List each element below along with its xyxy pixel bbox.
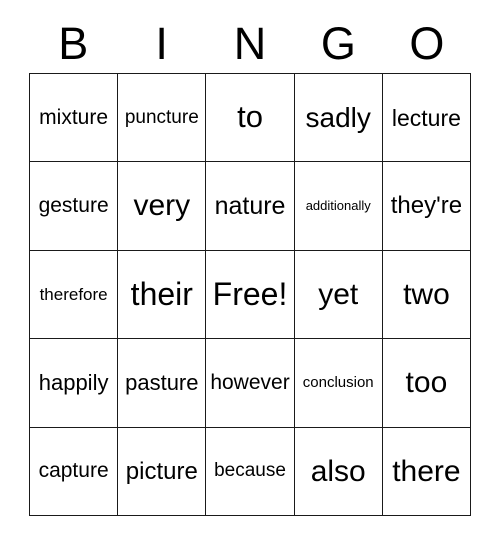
bingo-cell[interactable]: conclusion [294,339,383,428]
bingo-cell-label: sadly [305,102,371,133]
bingo-cell-label: lecture [391,104,461,131]
bingo-free-cell[interactable]: Free! [206,250,295,340]
bingo-cell-label: additionally [305,198,371,214]
bingo-cell[interactable]: yet [294,250,383,340]
bingo-cell[interactable]: puncture [118,74,207,163]
bingo-header-letter-o: O [409,18,445,69]
bingo-cell-label: to [237,99,263,135]
bingo-cell[interactable]: gesture [30,162,119,251]
bingo-cell-label: picture [125,457,198,485]
bingo-cell-label: yet [318,277,359,311]
bingo-header-letter-g: G [320,18,356,69]
bingo-cell[interactable]: they're [382,162,472,251]
bingo-row: capture picture because also there [30,427,472,516]
bingo-cell[interactable]: therefore [30,250,119,340]
bingo-cell[interactable]: sadly [294,74,383,163]
bingo-cell[interactable]: to [206,74,295,163]
bingo-cell-label: very [133,189,191,223]
bingo-header-letter-b: B [58,18,89,69]
bingo-cell[interactable]: lecture [382,74,472,163]
bingo-cell[interactable]: nature [206,162,295,251]
bingo-grid: mixture puncture to sadly lecture gestur… [29,73,472,516]
bingo-cell-label: however [210,370,290,394]
bingo-cell[interactable]: capture [30,427,119,516]
bingo-cell-label: mixture [39,105,109,129]
bingo-cell[interactable]: too [382,339,472,428]
bingo-cell[interactable]: happily [30,339,119,428]
bingo-cell-label: two [403,277,450,311]
bingo-cell[interactable]: two [382,250,472,340]
bingo-cell-label: too [405,366,448,400]
bingo-card: B I N G O mixture puncture to sadly lect… [29,14,472,516]
bingo-cell-label: pasture [125,370,199,396]
bingo-cell-label: their [130,275,193,312]
bingo-cell[interactable]: pasture [118,339,207,428]
bingo-cell-label: nature [214,191,286,220]
bingo-cell-label: there [392,454,461,488]
bingo-header-letter-n: N [233,18,267,69]
bingo-cell-label: capture [38,459,109,483]
bingo-header-letter-i: I [155,18,168,69]
bingo-cell[interactable]: picture [118,427,207,516]
bingo-cell-label: they're [390,192,463,220]
bingo-cell-label: therefore [39,284,108,304]
bingo-row: gesture very nature additionally they're [30,162,472,251]
bingo-cell[interactable]: additionally [294,162,383,251]
bingo-row: happily pasture however conclusion too [30,339,472,428]
bingo-free-label: Free! [212,275,288,312]
bingo-cell[interactable]: however [206,339,295,428]
bingo-row: therefore their Free! yet two [30,250,472,340]
bingo-cell[interactable]: also [294,427,383,516]
bingo-cell-label: also [310,454,366,488]
bingo-row: mixture puncture to sadly lecture [30,74,472,163]
bingo-cell-label: happily [38,370,109,396]
bingo-cell[interactable]: their [118,250,207,340]
bingo-cell-label: puncture [124,106,199,128]
bingo-header: B I N G O [29,14,471,73]
bingo-cell-label: because [214,460,286,482]
bingo-cell[interactable]: very [118,162,207,251]
bingo-cell[interactable]: mixture [30,74,119,163]
bingo-cell[interactable]: there [382,427,472,516]
bingo-cell-label: conclusion [302,373,374,391]
bingo-cell-label: gesture [38,194,109,218]
bingo-cell[interactable]: because [206,427,295,516]
